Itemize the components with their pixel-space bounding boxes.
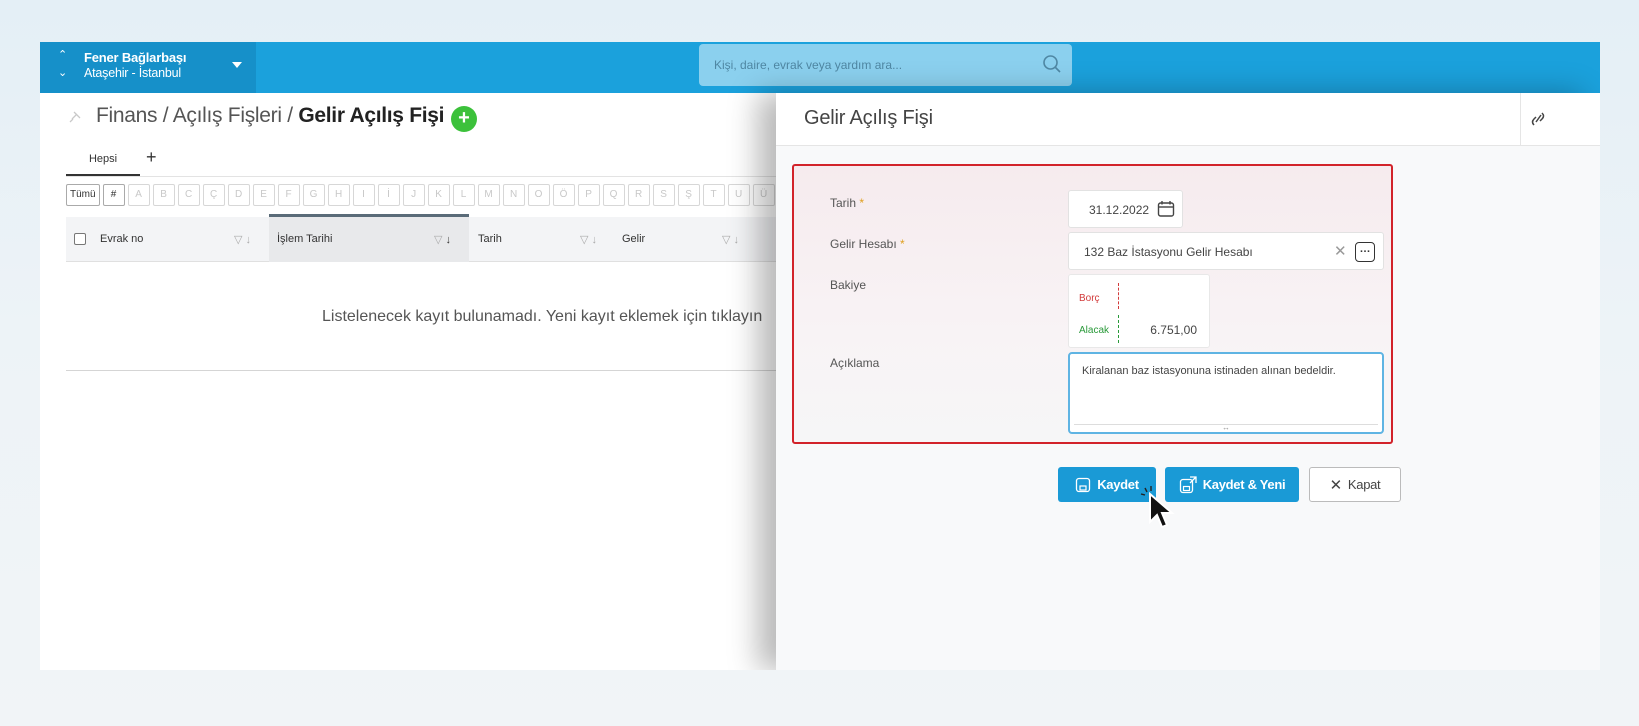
organization-location: Ataşehir - İstanbul [84, 66, 181, 80]
column-evrak-no[interactable]: Evrak no [100, 217, 143, 262]
page-title: Gelir Açılış Fişi [298, 104, 445, 127]
top-bar: ⌃ ⌄ Fener Bağlarbaşı Ataşehir - İstanbul [40, 42, 1600, 93]
alphabet-filter-chip[interactable]: A [127, 184, 150, 206]
account-label: Gelir Hesabı * [830, 237, 905, 251]
credit-amount: 6.751,00 [1150, 323, 1197, 337]
table-header: Evrak no ▽ ↓ İşlem Tarihi ▽ ↓ Tarih ▽ ↓ … [66, 214, 786, 262]
filter-icon[interactable]: ▽ ↓ [580, 233, 597, 246]
tab-hepsi[interactable]: Hepsi [66, 149, 140, 176]
resize-handle-icon[interactable]: ↔ [1074, 424, 1378, 432]
alphabet-filter-chip[interactable]: G [302, 184, 325, 206]
alphabet-filter-chip[interactable]: E [252, 184, 275, 206]
alphabet-filter-chip[interactable]: C [177, 184, 200, 206]
income-account-field[interactable]: 132 Baz İstasyonu Gelir Hesabı ✕ … [1068, 232, 1384, 270]
credit-divider [1118, 315, 1119, 343]
alphabet-filter-chip[interactable]: D [227, 184, 250, 206]
panel-header: Gelir Açılış Fişi [776, 93, 1600, 146]
alphabet-filter-chip[interactable]: S [652, 184, 675, 206]
credit-label: Alacak [1079, 325, 1110, 336]
breadcrumb-finans[interactable]: Finans [96, 104, 158, 127]
alphabet-filter-chip[interactable]: R [627, 184, 650, 206]
alphabet-filter-chip[interactable]: Q [602, 184, 625, 206]
alphabet-filter-chip[interactable]: M [477, 184, 500, 206]
side-panel: Gelir Açılış Fişi Tarih * 31.12.2022 Gel… [776, 93, 1600, 670]
global-search[interactable] [699, 44, 1072, 86]
save-icon [1076, 477, 1091, 492]
alphabet-filter-chip[interactable]: Ş [677, 184, 700, 206]
balance-box: Borç Alacak 6.751,00 [1068, 274, 1210, 348]
debit-divider [1118, 283, 1119, 309]
alphabet-filter-chip[interactable]: B [152, 184, 175, 206]
breadcrumb-acilis-fisleri[interactable]: Açılış Fişleri [173, 104, 282, 127]
account-value: 132 Baz İstasyonu Gelir Hesabı [1084, 245, 1253, 259]
clear-icon[interactable]: ✕ [1334, 242, 1347, 260]
close-button[interactable]: ✕ Kapat [1309, 467, 1401, 502]
alphabet-filter-chip[interactable]: L [452, 184, 475, 206]
link-icon[interactable] [1530, 110, 1546, 128]
empty-state-message[interactable]: Listelenecek kayıt bulunamadı. Yeni kayı… [322, 308, 762, 326]
dropdown-caret-icon[interactable] [232, 62, 242, 68]
description-textarea[interactable]: Kiralanan baz istasyonuna istinaden alın… [1068, 352, 1384, 434]
close-label: Kapat [1347, 477, 1381, 492]
panel-title: Gelir Açılış Fişi [804, 107, 933, 129]
chevron-up-icon[interactable]: ⌃ [58, 50, 67, 61]
organization-switcher[interactable]: ⌃ ⌄ Fener Bağlarbaşı Ataşehir - İstanbul [40, 42, 256, 93]
chevron-down-icon[interactable]: ⌄ [58, 68, 67, 79]
pin-icon[interactable] [68, 110, 82, 124]
alphabet-filter-chip[interactable]: İ [377, 184, 400, 206]
save-and-new-button[interactable]: Kaydet & Yeni [1165, 467, 1299, 502]
alphabet-filter-chip[interactable]: H [327, 184, 350, 206]
balance-label: Bakiye [830, 278, 867, 292]
select-all-checkbox[interactable] [74, 233, 86, 245]
column-tarih[interactable]: Tarih [478, 217, 502, 262]
date-label: Tarih * [830, 196, 865, 210]
column-gelir[interactable]: Gelir [622, 217, 645, 262]
search-icon[interactable] [1042, 54, 1062, 74]
tab-divider [66, 176, 786, 177]
save-label: Kaydet [1097, 477, 1139, 492]
alphabet-filter-chip[interactable]: # [102, 184, 125, 206]
debit-label: Borç [1079, 293, 1100, 304]
income-opening-form: Tarih * 31.12.2022 Gelir Hesabı * 132 Ba… [792, 164, 1393, 444]
alphabet-filter-chip[interactable]: P [577, 184, 600, 206]
alphabet-filter-chip[interactable]: I [352, 184, 375, 206]
breadcrumb-separator: / [162, 104, 169, 127]
add-tab-button[interactable]: + [146, 147, 157, 168]
table-bottom-divider [66, 370, 786, 371]
filter-icon[interactable]: ▽ ↓ [722, 233, 739, 246]
alphabet-filter-chip[interactable]: U [727, 184, 750, 206]
breadcrumb-separator: / [287, 104, 293, 127]
alphabet-filter-chip[interactable]: Ü [752, 184, 775, 206]
save-new-label: Kaydet & Yeni [1202, 477, 1286, 492]
alphabet-filter-chip[interactable]: O [527, 184, 550, 206]
save-new-icon [1179, 475, 1197, 493]
close-icon: ✕ [1329, 476, 1343, 494]
organization-name: Fener Bağlarbaşı [84, 50, 187, 65]
filter-icon[interactable]: ▽ ↓ [234, 233, 251, 246]
date-value: 31.12.2022 [1089, 203, 1150, 217]
alphabet-filter-chip[interactable]: T [702, 184, 725, 206]
alphabet-filter-chip[interactable]: F [277, 184, 300, 206]
mouse-cursor-icon [1149, 492, 1175, 529]
filter-icon[interactable]: ▽ ↓ [434, 233, 451, 246]
more-options-icon[interactable]: … [1355, 242, 1375, 262]
alphabet-filter-chip[interactable]: N [502, 184, 525, 206]
search-input[interactable] [699, 44, 1029, 86]
alphabet-filter-chip[interactable]: Ç [202, 184, 225, 206]
header-divider [1520, 93, 1521, 146]
alphabet-filter: Tümü # A B C Ç D E F G H I İ J K L M N O Ö P Q R S Ş T U Ü [66, 184, 775, 206]
alphabet-filter-chip[interactable]: Ö [552, 184, 575, 206]
calendar-icon[interactable] [1157, 200, 1175, 218]
column-islem-tarihi[interactable]: İşlem Tarihi [277, 217, 332, 262]
add-record-button[interactable]: + [451, 106, 477, 132]
app-window: ⌃ ⌄ Fener Bağlarbaşı Ataşehir - İstanbul… [40, 42, 1600, 670]
date-field[interactable]: 31.12.2022 [1068, 190, 1183, 228]
breadcrumb: Finans / Açılış Fişleri / Gelir Açılış F… [96, 104, 445, 128]
description-label: Açıklama [830, 356, 880, 370]
alphabet-filter-chip[interactable]: K [427, 184, 450, 206]
alphabet-filter-chip[interactable]: Tümü [66, 184, 100, 206]
alphabet-filter-chip[interactable]: J [402, 184, 425, 206]
